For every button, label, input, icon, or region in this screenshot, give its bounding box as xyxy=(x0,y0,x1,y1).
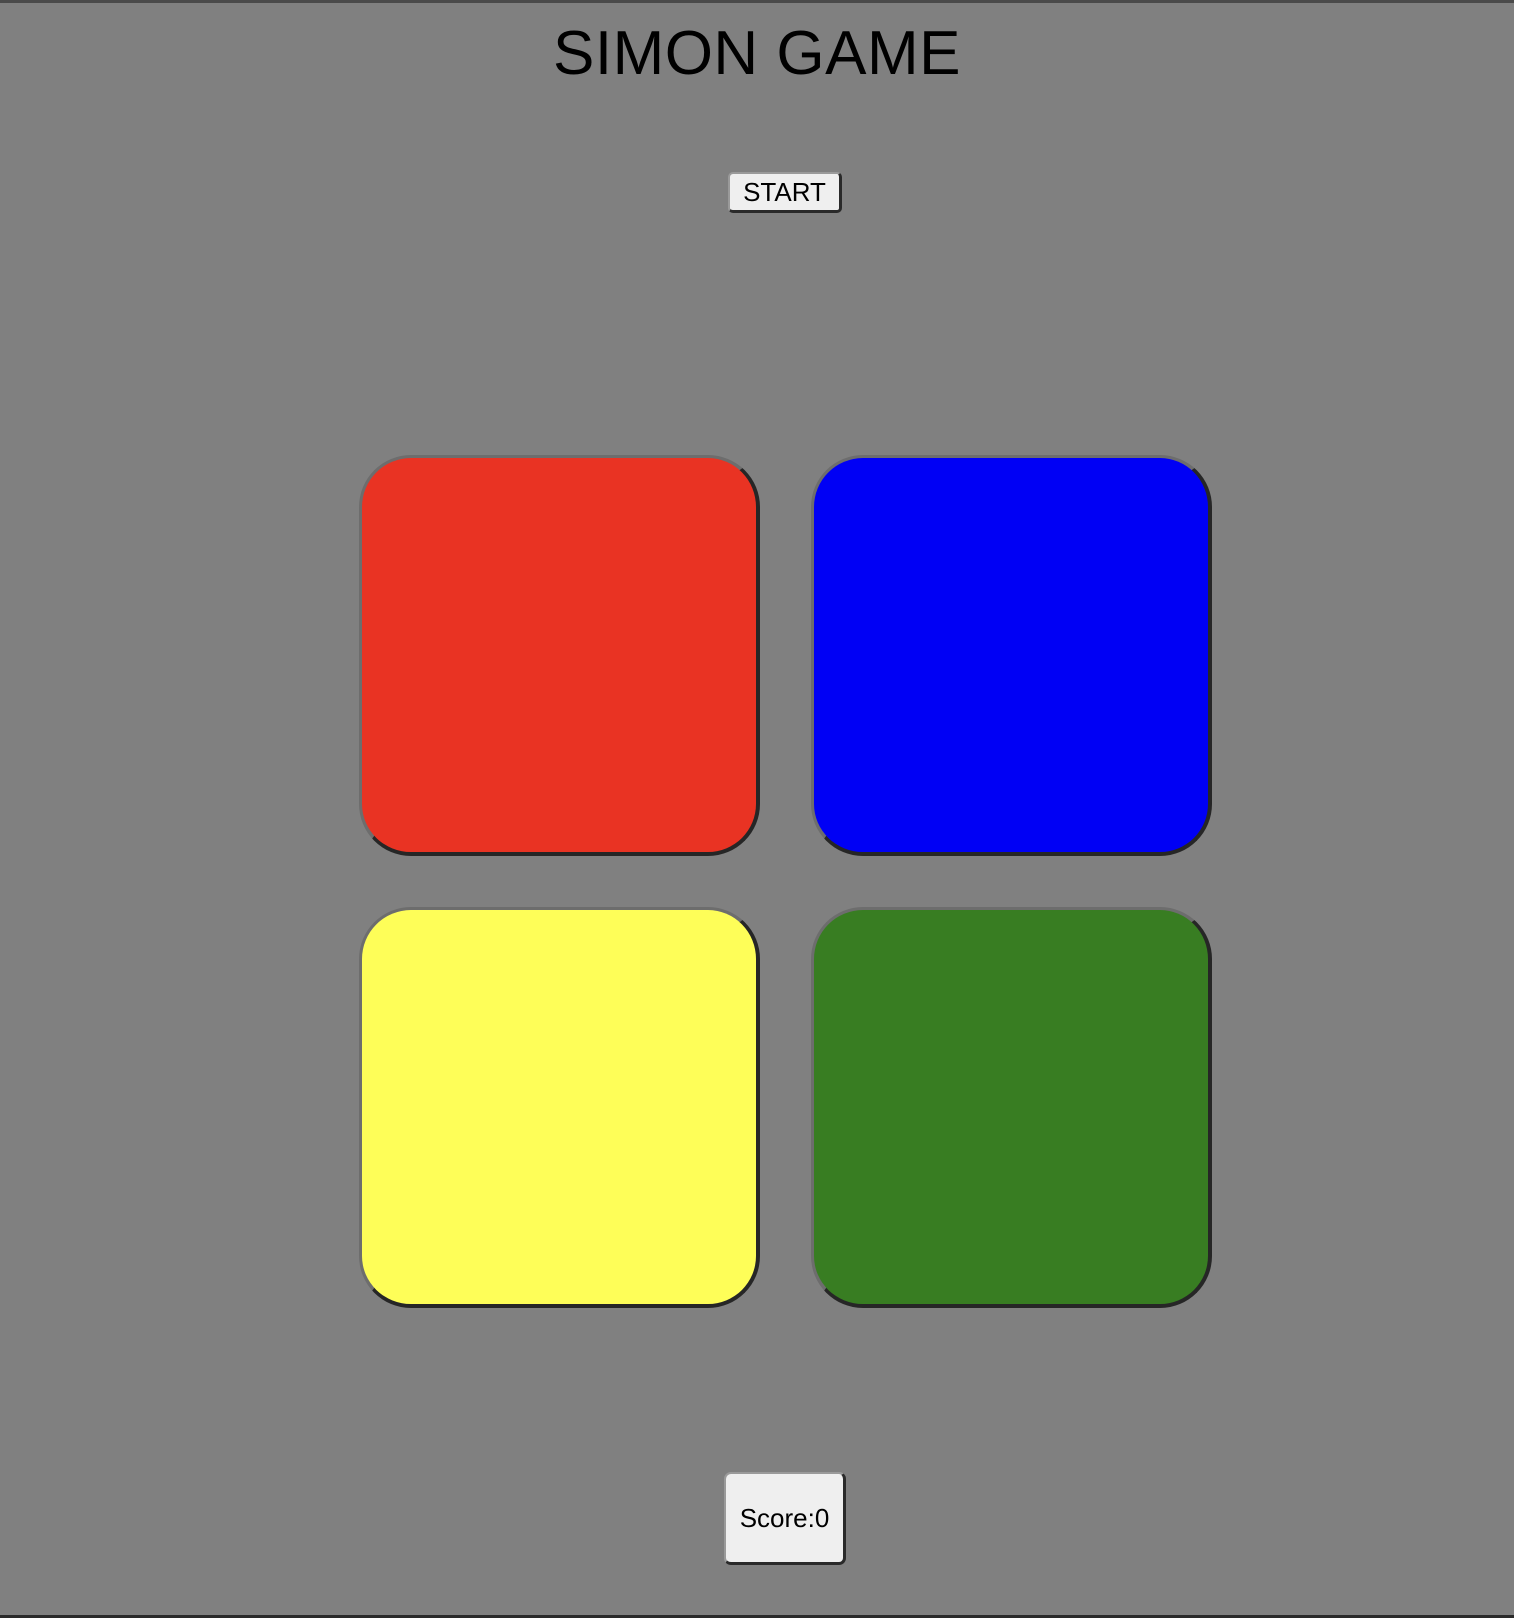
yellow-pad[interactable] xyxy=(359,907,760,1308)
red-pad[interactable] xyxy=(359,455,760,856)
blue-pad[interactable] xyxy=(811,455,1212,856)
game-board xyxy=(359,455,1212,1308)
score-display: Score:0 xyxy=(724,1472,846,1565)
start-button[interactable]: START xyxy=(728,172,842,213)
window-top-border xyxy=(0,0,1514,3)
page-title: SIMON GAME xyxy=(552,19,962,88)
green-pad[interactable] xyxy=(811,907,1212,1308)
